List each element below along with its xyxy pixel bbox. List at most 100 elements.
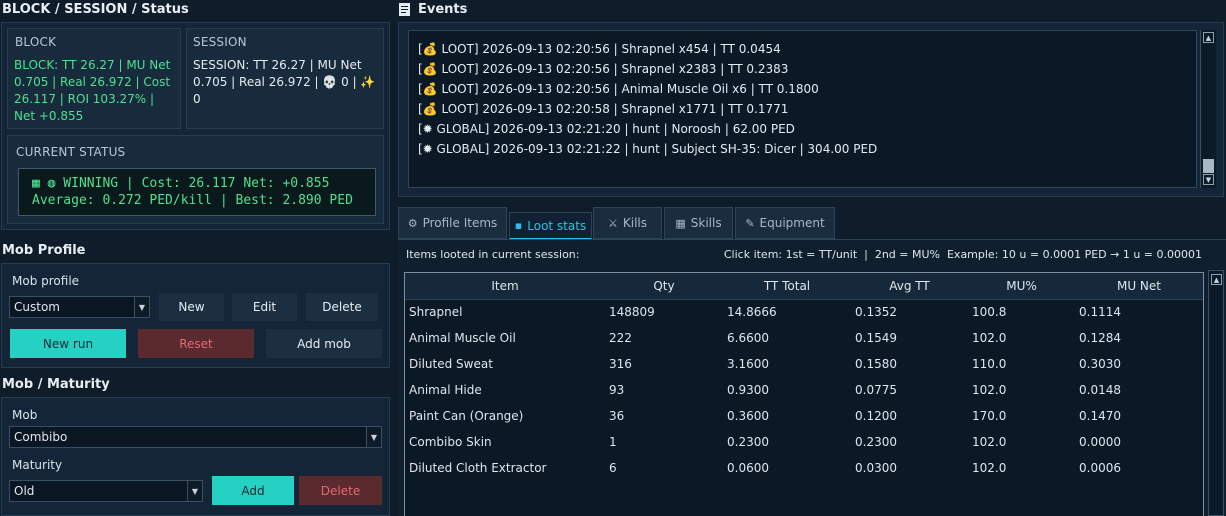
skills-icon: ▦	[675, 216, 686, 230]
mob-selected: Combibo	[14, 430, 68, 444]
mob-label: Mob	[12, 408, 38, 422]
tab-kills[interactable]: ⚔ Kills	[593, 207, 662, 239]
event-line: [✹ GLOBAL] 2026-09-13 02:21:20 | hunt | …	[418, 122, 795, 136]
current-status-box: CURRENT STATUS ▦ ◍ WINNING | Cost: 26.11…	[7, 135, 384, 224]
chevron-down-icon: ▼	[366, 427, 381, 447]
cell-avg-tt: 0.1549	[855, 331, 897, 345]
edit-profile-button[interactable]: Edit	[232, 293, 297, 321]
cell-qty: 148809	[609, 305, 655, 320]
tab-label: Equipment	[759, 216, 825, 230]
block-stats-text: BLOCK: TT 26.27 | MU Net 0.705 | Real 26…	[14, 58, 171, 123]
column-header-mu-net[interactable]: MU Net	[1075, 273, 1203, 300]
events-scroll-thumb[interactable]	[1203, 159, 1214, 173]
tab-profile-items[interactable]: ⚙ Profile Items	[398, 207, 507, 239]
session-heading: SESSION	[193, 35, 247, 49]
loot-caption: Items looted in current session:	[406, 248, 580, 261]
tab-loot-stats[interactable]: ▪ Loot stats	[509, 212, 592, 240]
cell-tt-total: 6.6600	[727, 331, 769, 345]
scroll-down-icon[interactable]: ▼	[1203, 174, 1214, 185]
cell-avg-tt: 0.2300	[855, 435, 897, 449]
table-row[interactable]: Combibo Skin 1 0.2300 0.2300 102.0 0.000…	[405, 429, 1203, 455]
cell-item: Shrapnel	[409, 305, 463, 320]
tab-skills[interactable]: ▦ Skills	[664, 207, 733, 239]
cell-mu-percent: 102.0	[972, 331, 1007, 345]
loot-hint: Click item: 1st = TT/unit | 2nd = MU% Ex…	[723, 248, 1202, 261]
swords-icon: ⚔	[608, 216, 618, 230]
event-line: [💰 LOOT] 2026-09-13 02:20:56 | Animal Mu…	[418, 82, 819, 96]
gear-icon: ⚙	[407, 216, 418, 230]
tab-equipment[interactable]: ✎ Equipment	[735, 207, 835, 239]
cell-qty: 36	[609, 409, 625, 423]
loot-table-container: Item Qty TT Total Avg TT MU% MU Net Shra…	[404, 272, 1204, 516]
cell-mu-net: 0.0000	[1079, 435, 1121, 449]
cell-tt-total: 3.1600	[727, 357, 769, 371]
column-header-avg-tt[interactable]: Avg TT	[851, 273, 968, 300]
events-title: Events	[418, 2, 468, 17]
maturity-selected: Old	[14, 484, 35, 498]
maturity-label: Maturity	[12, 458, 63, 472]
cell-item: Paint Can (Orange)	[409, 409, 524, 423]
scroll-up-icon[interactable]: ▲	[1203, 32, 1214, 43]
loot-table: Item Qty TT Total Avg TT MU% MU Net Shra…	[405, 273, 1203, 481]
loot-table-scrollbar[interactable]: ▲	[1208, 270, 1224, 516]
table-row[interactable]: Diluted Sweat 316 3.1600 0.1580 110.0 0.…	[405, 351, 1203, 377]
cell-mu-percent: 170.0	[972, 409, 1007, 423]
cell-avg-tt: 0.1352	[855, 305, 897, 320]
add-mob-button[interactable]: Add mob	[266, 329, 382, 358]
cell-item: Animal Hide	[409, 383, 482, 397]
delete-profile-button[interactable]: Delete	[306, 293, 378, 321]
mob-profile-title: Mob Profile	[2, 243, 86, 258]
block-heading: BLOCK	[15, 35, 57, 49]
column-header-item[interactable]: Item	[405, 273, 605, 300]
mob-profile-select[interactable]: Custom ▼	[9, 296, 150, 318]
tab-label: Kills	[622, 216, 647, 230]
session-stats-text: SESSION: TT 26.27 | MU Net 0.705 | Real …	[193, 58, 376, 106]
block-session-title: BLOCK / SESSION / Status	[2, 2, 189, 17]
reset-button[interactable]: Reset	[138, 329, 254, 358]
table-row[interactable]: Shrapnel 148809 14.8666 0.1352 100.8 0.1…	[405, 299, 1203, 325]
current-status-heading: CURRENT STATUS	[16, 145, 126, 159]
event-line: [💰 LOOT] 2026-09-13 02:20:58 | Shrapnel …	[418, 102, 789, 116]
cell-avg-tt: 0.0300	[855, 461, 897, 475]
cell-mu-percent: 110.0	[972, 357, 1007, 371]
cell-tt-total: 0.2300	[727, 435, 769, 449]
cell-mu-net: 0.0006	[1079, 461, 1121, 475]
events-log: [💰 LOOT] 2026-09-13 02:20:56 | Shrapnel …	[408, 30, 1197, 188]
cell-tt-total: 0.0600	[727, 461, 769, 475]
event-line: [💰 LOOT] 2026-09-13 02:20:56 | Shrapnel …	[418, 62, 789, 76]
cell-avg-tt: 0.0775	[855, 383, 897, 397]
cell-qty: 93	[609, 383, 625, 397]
table-row[interactable]: Animal Muscle Oil 222 6.6600 0.1549 102.…	[405, 325, 1203, 351]
cell-mu-net: 0.1470	[1079, 409, 1121, 423]
mob-profile-selected: Custom	[14, 300, 60, 314]
mob-select[interactable]: Combibo ▼	[9, 426, 382, 448]
cell-mu-percent: 102.0	[972, 383, 1007, 397]
cell-qty: 1	[609, 435, 617, 449]
cell-avg-tt: 0.1200	[855, 409, 897, 423]
cell-qty: 6	[609, 461, 617, 475]
cell-mu-percent: 100.8	[972, 305, 1007, 320]
column-header-mu-percent[interactable]: MU%	[968, 273, 1075, 300]
tab-label: Skills	[690, 216, 722, 230]
table-row[interactable]: Paint Can (Orange) 36 0.3600 0.1200 170.…	[405, 403, 1203, 429]
table-row[interactable]: Animal Hide 93 0.9300 0.0775 102.0 0.014…	[405, 377, 1203, 403]
wrench-icon: ✎	[745, 216, 755, 230]
cell-item: Combibo Skin	[409, 435, 492, 449]
table-row[interactable]: Diluted Cloth Extractor 6 0.0600 0.0300 …	[405, 455, 1203, 481]
cell-tt-total: 0.9300	[727, 383, 769, 397]
cell-item: Animal Muscle Oil	[409, 331, 516, 345]
event-line: [💰 LOOT] 2026-09-13 02:20:56 | Shrapnel …	[418, 42, 781, 56]
add-maturity-button[interactable]: Add	[212, 476, 294, 505]
column-header-tt-total[interactable]: TT Total	[723, 273, 851, 300]
new-run-button[interactable]: New run	[10, 329, 126, 358]
maturity-select[interactable]: Old ▼	[9, 480, 203, 502]
delete-maturity-button[interactable]: Delete	[299, 476, 382, 505]
column-header-qty[interactable]: Qty	[605, 273, 723, 300]
cell-item: Diluted Sweat	[409, 357, 493, 371]
scroll-up-icon[interactable]: ▲	[1211, 274, 1222, 285]
events-scrollbar[interactable]: ▲ ▼	[1200, 30, 1216, 188]
block-box: BLOCK BLOCK: TT 26.27 | MU Net 0.705 | R…	[7, 28, 181, 129]
status-line-average: Average: 0.272 PED/kill | Best: 2.890 PE…	[32, 193, 353, 208]
mob-maturity-title: Mob / Maturity	[2, 377, 110, 392]
new-profile-button[interactable]: New	[159, 293, 224, 321]
